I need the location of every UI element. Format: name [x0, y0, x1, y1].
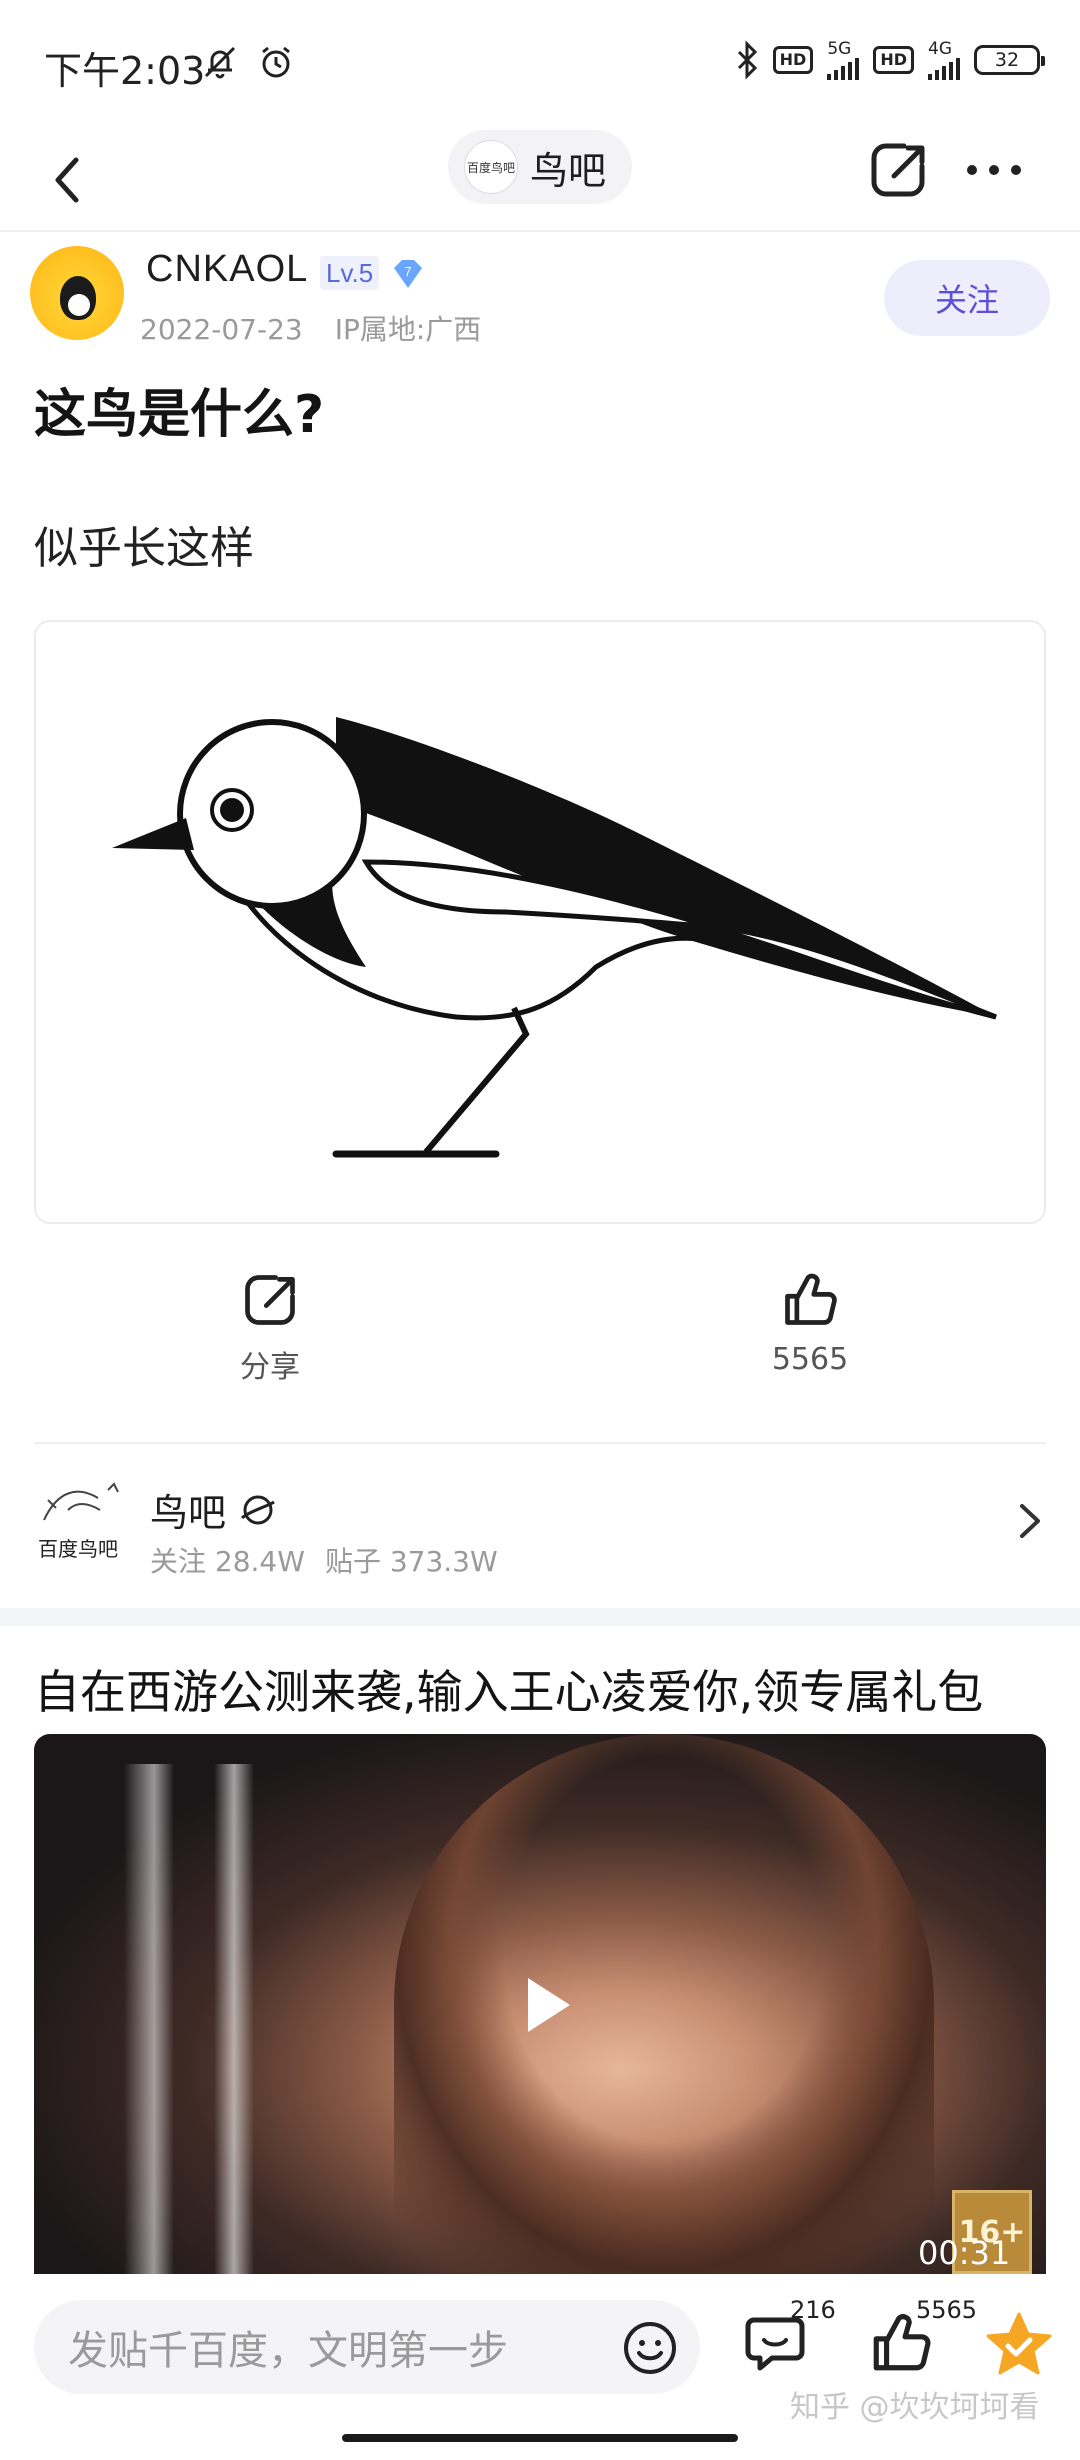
like-button[interactable]: 5565: [868, 2296, 977, 2390]
back-arrow-icon[interactable]: [40, 150, 100, 210]
forum-followers: 关注 28.4W: [150, 1545, 305, 1578]
like-count: 5565: [771, 1342, 849, 1377]
bird-sketch-icon: [43, 1482, 119, 1521]
divider: [34, 1442, 1046, 1444]
emoji-icon[interactable]: [620, 2318, 680, 2378]
post-date: 2022-07-23: [140, 313, 303, 346]
level-badge: Lv.5: [320, 256, 380, 290]
post-image[interactable]: [34, 620, 1046, 1224]
like-action[interactable]: 5565: [710, 1270, 910, 1377]
signal-5g-icon: 5G: [827, 40, 860, 80]
more-icon[interactable]: [960, 138, 1028, 202]
play-icon[interactable]: [510, 1970, 580, 2040]
follow-button[interactable]: 关注: [884, 260, 1050, 336]
bottom-like-count: 5565: [916, 2296, 978, 2324]
forum-chip-name: 鸟吧: [530, 148, 607, 193]
forum-card[interactable]: 百度鸟吧 鸟吧 关注 28.4W 贴子 373.3W: [0, 1460, 1080, 1590]
share-icon[interactable]: [866, 138, 930, 202]
forum-stats: 关注 28.4W 贴子 373.3W: [150, 1540, 498, 1580]
diamond-badge-icon: 7: [394, 260, 422, 288]
compose-placeholder: 发贴千百度，文明第一步: [68, 2328, 508, 2374]
compose-input[interactable]: 发贴千百度，文明第一步: [34, 2300, 700, 2394]
post-title: 这鸟是什么?: [34, 385, 325, 445]
share-action[interactable]: 分享: [170, 1270, 370, 1386]
alarm-icon: [262, 46, 290, 78]
hd-badge-2: HD: [873, 46, 914, 74]
ip-location: IP属地:广西: [334, 313, 482, 346]
status-bar: 下午2:03 HD 5G HD 4G 32: [0, 0, 1080, 130]
bottom-bar: 发贴千百度，文明第一步 216 5565 知乎 @坎坎坷坷看: [0, 2274, 1080, 2460]
status-time: 下午2:03: [44, 49, 206, 93]
thumbs-up-icon: [785, 1273, 837, 1325]
share-icon: [245, 1275, 295, 1325]
post-meta: 2022-07-23 IP属地:广西: [140, 308, 481, 348]
video-duration: 00:31: [918, 2234, 1011, 2272]
hd-badge: HD: [772, 46, 814, 74]
planet-icon: [240, 1495, 275, 1524]
favorite-button[interactable]: [984, 2310, 1064, 2390]
ad-title[interactable]: 自在西游公测来袭,输入王心凌爱你,领专属礼包: [34, 1656, 983, 1722]
nav-bar: 百度鸟吧 鸟吧: [0, 130, 1080, 232]
ad-video[interactable]: 16+ 00:31: [34, 1734, 1046, 2274]
comment-count: 216: [790, 2296, 836, 2324]
forum-logo: 百度鸟吧: [34, 1474, 126, 1566]
star-icon: [986, 2312, 1052, 2375]
mute-notification-icon: [204, 46, 236, 79]
bird-drawing: [112, 717, 997, 1158]
author-name[interactable]: CNKAOL: [146, 248, 308, 291]
home-indicator[interactable]: [342, 2434, 738, 2442]
author-row: CNKAOL Lv.5 7 2022-07-23 IP属地:广西 关注: [30, 240, 1050, 350]
comment-button[interactable]: 216: [742, 2296, 836, 2390]
post-body: 似乎长这样: [34, 523, 254, 574]
forum-chip[interactable]: 百度鸟吧 鸟吧: [448, 130, 633, 204]
forum-logo-icon: 百度鸟吧: [464, 140, 518, 194]
forum-posts: 贴子 373.3W: [324, 1545, 498, 1578]
signal-4g-icon: 4G: [928, 40, 960, 80]
forum-name: 鸟吧: [150, 1491, 227, 1535]
watermark: 知乎 @坎坎坷坷看: [790, 2390, 1040, 2425]
avatar[interactable]: [30, 246, 124, 340]
battery-icon: 32: [974, 45, 1045, 75]
chevron-right-icon: [1020, 1504, 1040, 1538]
svg-text:7: 7: [404, 264, 411, 279]
section-divider: [0, 1608, 1080, 1626]
post-actions: 分享 5565: [0, 1270, 1080, 1420]
share-label: 分享: [240, 1350, 300, 1385]
bluetooth-icon: [737, 40, 757, 80]
